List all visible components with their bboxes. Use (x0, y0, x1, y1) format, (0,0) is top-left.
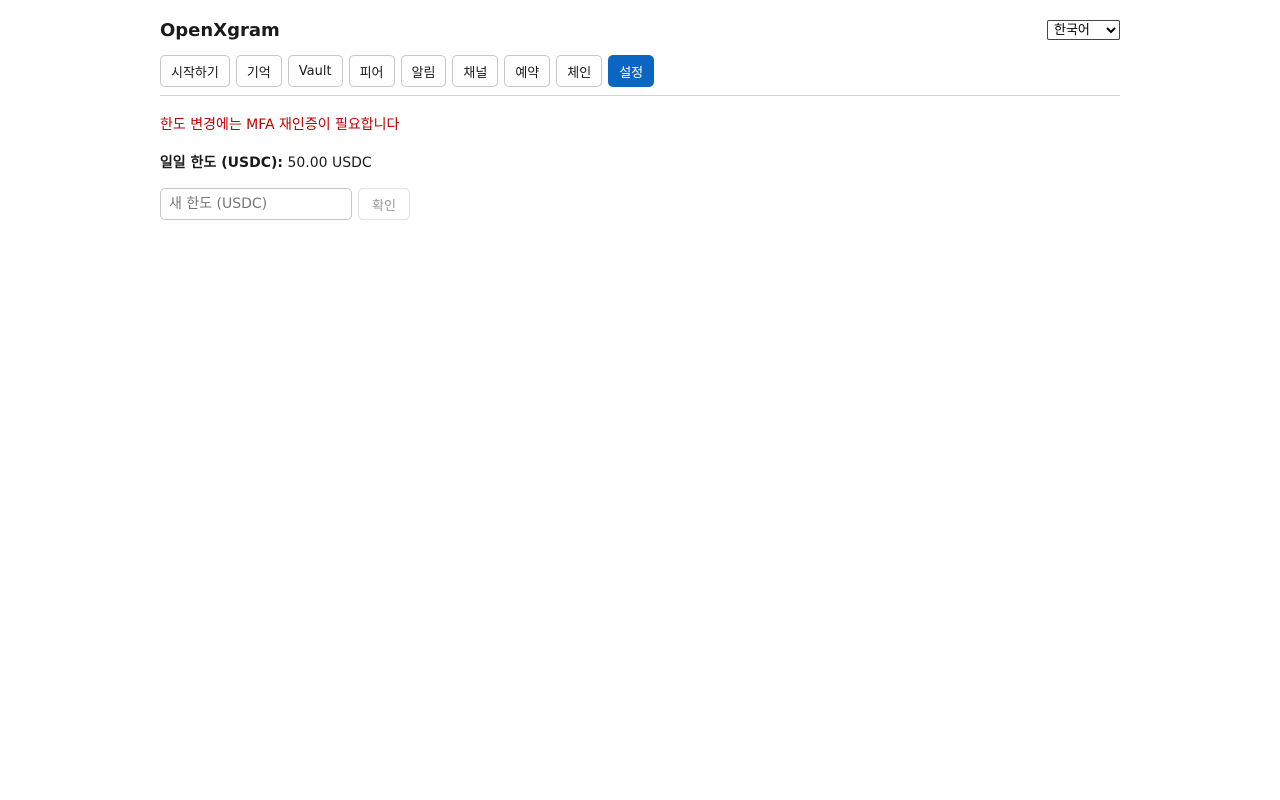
tab-vault[interactable]: Vault (287, 55, 343, 87)
tab-settings[interactable]: 설정 (608, 55, 655, 87)
tab-bar: 시작하기 기억 Vault 피어 알림 채널 예약 체인 설정 (160, 55, 1120, 96)
limit-form: 확인 (160, 188, 1120, 220)
daily-limit-label: 일일 한도 (USDC): (160, 155, 284, 171)
header: OpenXgram 한국어 (160, 18, 1120, 42)
mfa-warning: 한도 변경에는 MFA 재인증이 필요합니다 (160, 117, 400, 133)
settings-panel: 한도 변경에는 MFA 재인증이 필요합니다 일일 한도 (USDC): 50.… (160, 114, 1120, 220)
language-select[interactable]: 한국어 (1047, 20, 1120, 40)
new-limit-input[interactable] (160, 188, 352, 220)
tab-chain[interactable]: 체인 (556, 55, 603, 87)
tab-schedule[interactable]: 예약 (504, 55, 551, 87)
tab-channels[interactable]: 채널 (452, 55, 499, 87)
tab-getting-started[interactable]: 시작하기 (160, 55, 230, 87)
tab-notifications[interactable]: 알림 (400, 55, 447, 87)
page: OpenXgram 한국어 시작하기 기억 Vault 피어 알림 채널 예약 … (160, 0, 1120, 220)
daily-limit-row: 일일 한도 (USDC): 50.00 USDC (160, 152, 1120, 172)
daily-limit-value: 50.00 USDC (287, 155, 372, 171)
app-title: OpenXgram (160, 19, 280, 41)
tab-memory[interactable]: 기억 (235, 55, 282, 87)
confirm-button[interactable]: 확인 (358, 188, 410, 220)
tab-peers[interactable]: 피어 (348, 55, 395, 87)
